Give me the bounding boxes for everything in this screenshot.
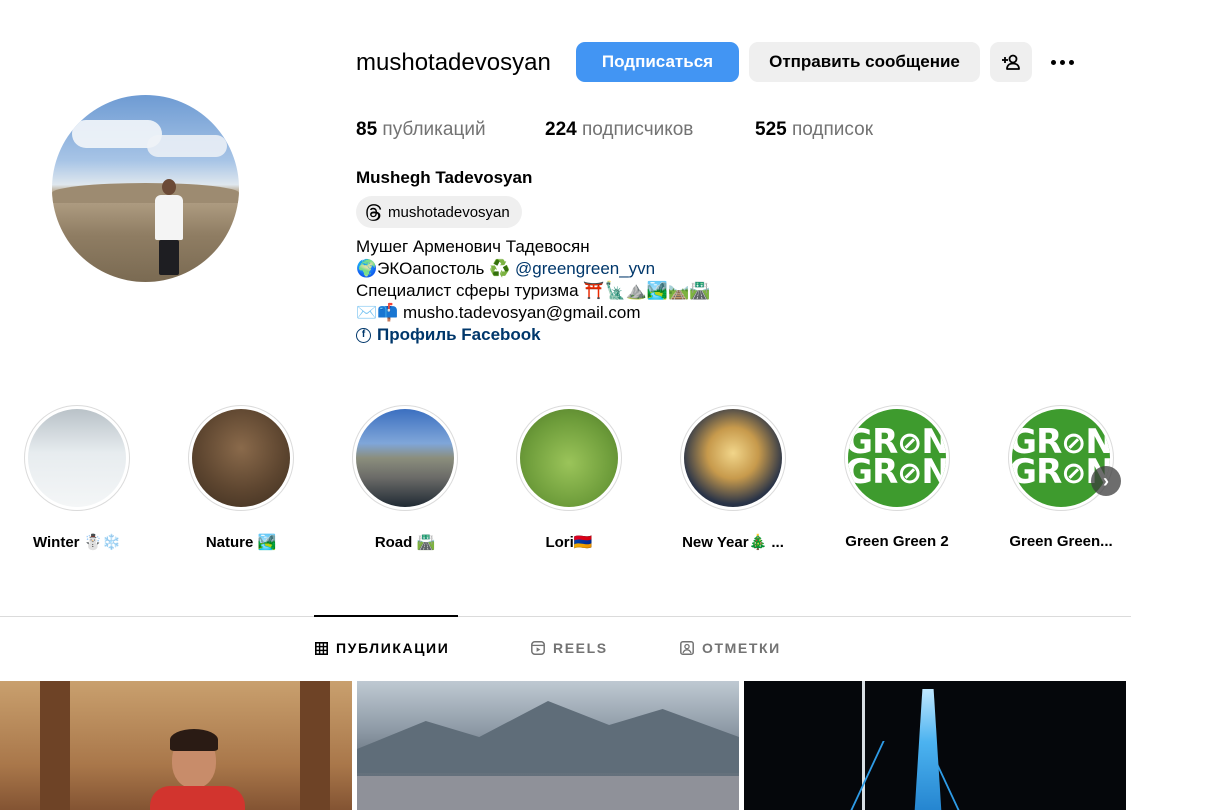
tab-tagged[interactable]: ОТМЕТКИ: [680, 640, 781, 656]
bio-eco-text: 🌍ЭКОапостоль ♻️: [356, 259, 516, 278]
avatar-person-body: [155, 195, 183, 240]
tabs-divider: [0, 616, 1131, 617]
post-thumbnail[interactable]: [0, 681, 352, 810]
highlight-label: Green Green...: [1009, 533, 1113, 550]
highlight-cover-new-year: [684, 409, 782, 507]
highlight-ring: [516, 405, 622, 511]
bio-line-tourism: Специалист сферы туризма ⛩️🗽⛰️🏞️🛤️🛣️: [356, 281, 711, 300]
highlight-ring: [188, 405, 294, 511]
avatar-person-legs: [159, 240, 179, 275]
story-highlights: Winter ☃️❄️ Nature 🏞️ Road 🛣️ Lori🇦🇲 New: [0, 405, 1214, 555]
followers-label: подписчиков: [581, 119, 694, 140]
followers-count-stat[interactable]: 224 подписчиков: [545, 119, 693, 141]
following-label: подписок: [791, 119, 874, 140]
post-mountain: [357, 701, 739, 773]
post-town: [357, 776, 739, 810]
highlight-label: New Year🎄 ...: [682, 534, 784, 551]
follow-button[interactable]: Подписаться: [576, 42, 739, 82]
highlight-item[interactable]: Lori🇦🇲: [494, 405, 644, 551]
profile-bio: Мушег Арменович Тадевосян 🌍ЭКОапостоль ♻…: [356, 236, 710, 346]
active-tab-indicator: [314, 615, 458, 617]
highlight-item[interactable]: Winter ☃️❄️: [2, 405, 152, 551]
tab-posts-label: ПУБЛИКАЦИИ: [336, 640, 450, 656]
highlight-item[interactable]: Nature 🏞️: [166, 405, 316, 551]
highlight-ring: GR⊘NGR⊘N: [844, 405, 950, 511]
highlight-item[interactable]: New Year🎄 ...: [658, 405, 808, 551]
send-message-button[interactable]: Отправить сообщение: [749, 42, 980, 82]
facebook-icon: f: [356, 327, 371, 343]
tab-tagged-label: ОТМЕТКИ: [702, 640, 781, 656]
post-person-shirt: [150, 786, 245, 810]
following-count: 525: [755, 119, 787, 140]
post-person-hair: [170, 729, 218, 751]
more-options-icon: [1050, 59, 1074, 65]
threads-badge[interactable]: mushotadevosyan: [356, 196, 522, 228]
facebook-profile-link[interactable]: f Профиль Facebook: [356, 324, 710, 346]
bio-line-eco: 🌍ЭКОапостоль ♻️ @greengreen_yvn: [356, 258, 710, 280]
reels-icon: [531, 641, 545, 655]
tab-reels[interactable]: REELS: [531, 640, 608, 656]
highlight-cover-nature: [192, 409, 290, 507]
facebook-link-label: Профиль Facebook: [377, 325, 541, 344]
bio-mention-link[interactable]: @greengreen_yvn: [515, 259, 655, 278]
post-bg-bar: [300, 681, 330, 810]
highlight-label: Lori🇦🇲: [545, 534, 593, 551]
highlight-ring: [680, 405, 786, 511]
grid-icon: [314, 641, 328, 655]
threads-handle: mushotadevosyan: [388, 203, 510, 221]
profile-full-name: Mushegh Tadevosyan: [356, 168, 533, 187]
post-thumbnail[interactable]: [357, 681, 739, 810]
highlight-ring: GR⊘NGR⊘N: [1008, 405, 1114, 511]
tab-posts[interactable]: ПУБЛИКАЦИИ: [314, 640, 449, 656]
highlight-label: Road 🛣️: [374, 534, 436, 551]
highlight-label: Green Green 2: [845, 533, 949, 550]
highlights-next-button[interactable]: ›: [1091, 466, 1121, 496]
suggested-users-button[interactable]: [990, 42, 1032, 82]
green-logo-text: GR⊘NGR⊘N: [848, 422, 946, 492]
more-options-button[interactable]: [1042, 42, 1082, 82]
highlight-item[interactable]: GR⊘N GR⊘N Green Green 2: [822, 405, 972, 550]
bio-line-name: Мушег Арменович Тадевосян: [356, 237, 590, 256]
posts-count-stat: 85 публикаций: [356, 119, 486, 141]
highlight-ring: [352, 405, 458, 511]
followers-count: 224: [545, 119, 577, 140]
posts-count: 85: [356, 119, 378, 140]
highlight-cover-winter: [28, 409, 126, 507]
post-thumbnail[interactable]: [744, 681, 1126, 810]
profile-username: mushotadevosyan: [356, 49, 551, 76]
add-user-icon: [1002, 54, 1020, 70]
avatar-hills: [52, 183, 239, 203]
highlight-label: Winter ☃️❄️: [32, 534, 122, 551]
avatar-person-head: [162, 179, 176, 195]
post-bg-bar: [40, 681, 70, 810]
bio-line-email: ✉️📫 musho.tadevosyan@gmail.com: [356, 303, 641, 322]
highlight-cover-lori: [520, 409, 618, 507]
profile-page: mushotadevosyan Подписаться Отправить со…: [0, 0, 1214, 810]
profile-avatar[interactable]: [52, 95, 239, 282]
highlight-cover-road: [356, 409, 454, 507]
tagged-icon: [680, 641, 694, 655]
post-bridge-cable: [925, 741, 1043, 810]
chevron-right-icon: ›: [1103, 470, 1109, 491]
following-count-stat[interactable]: 525 подписок: [755, 119, 873, 141]
tab-reels-label: REELS: [553, 640, 608, 656]
highlight-cover-green-logo: GR⊘NGR⊘N: [848, 409, 946, 507]
posts-label: публикаций: [382, 119, 486, 140]
highlight-label: Nature 🏞️: [205, 534, 277, 551]
highlight-item[interactable]: Road 🛣️: [330, 405, 480, 551]
avatar-cloud: [147, 135, 227, 157]
highlight-ring: [24, 405, 130, 511]
threads-icon: [364, 203, 382, 221]
